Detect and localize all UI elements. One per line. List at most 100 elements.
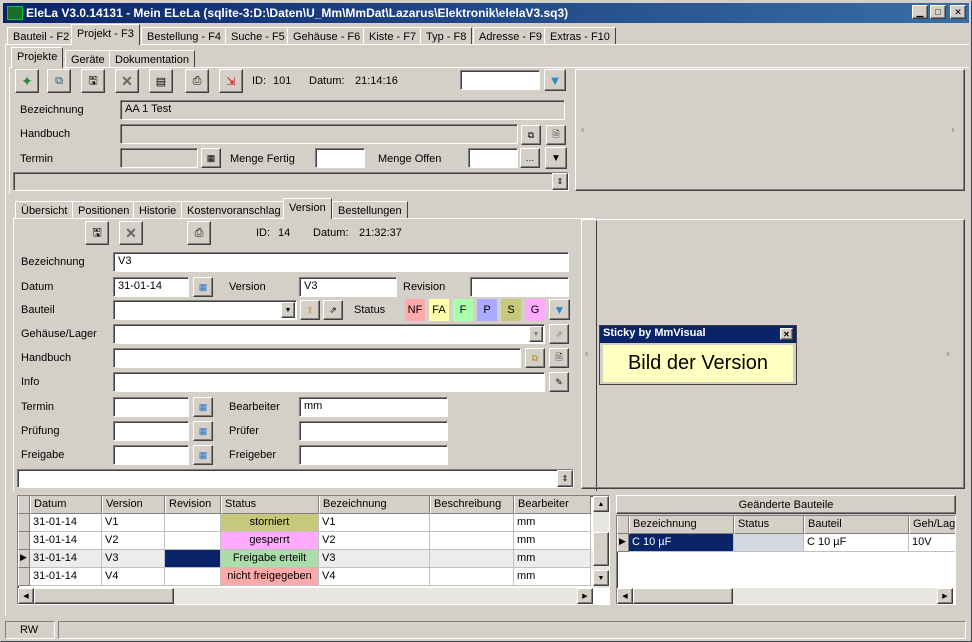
tab-geraete[interactable]: Geräte xyxy=(65,50,111,68)
version-bauteil-select[interactable] xyxy=(113,300,297,320)
maximize-button[interactable]: □ xyxy=(930,5,946,19)
parts-hscrollbar[interactable]: ◀ ▶ xyxy=(617,588,953,604)
parts-hscroll-thumb[interactable] xyxy=(633,588,733,604)
copy-project-button[interactable]: ⧉ xyxy=(47,69,71,93)
print-version-button[interactable]: ⎙ xyxy=(187,221,211,245)
version-handbuch-open-icon[interactable]: 🗎 xyxy=(549,348,569,368)
status-chip-f[interactable]: F xyxy=(453,299,473,321)
delete-project-button[interactable]: ✕ xyxy=(115,69,139,93)
parts-col-bauteil[interactable]: Bauteil xyxy=(804,516,909,534)
col-header-bearbeiter[interactable]: Bearbeiter xyxy=(514,496,591,514)
pruefung-field[interactable] xyxy=(113,421,189,441)
tab-bestellungen[interactable]: Bestellungen xyxy=(332,201,408,219)
version-info-field[interactable] xyxy=(113,372,545,392)
save-project-button[interactable]: 🖫 xyxy=(81,69,105,93)
tab-bauteil[interactable]: Bauteil - F2 xyxy=(7,27,76,45)
tab-kiste[interactable]: Kiste - F7 xyxy=(363,27,423,45)
status-chip-g[interactable]: G xyxy=(525,299,545,321)
project-termin-field[interactable] xyxy=(120,148,198,168)
save-version-button[interactable]: 🖫 xyxy=(85,221,109,245)
menge-fertig-field[interactable] xyxy=(315,148,365,168)
version-handbuch-field[interactable] xyxy=(113,348,521,368)
filter-icon[interactable]: ▼ xyxy=(544,69,566,91)
bauteil-link-icon[interactable]: ⇗ xyxy=(323,300,343,320)
collapse-right-icon[interactable]: › xyxy=(951,124,955,136)
handbuch-browse-icon[interactable]: ⧉ xyxy=(521,125,541,145)
tab-positionen[interactable]: Positionen xyxy=(72,201,136,219)
status-chip-p[interactable]: P xyxy=(477,299,497,321)
tab-projekt[interactable]: Projekt - F3 xyxy=(71,24,140,45)
sticky-close-icon[interactable]: ✕ xyxy=(780,328,793,340)
info-edit-icon[interactable]: ✎ xyxy=(549,372,569,392)
tab-adresse[interactable]: Adresse - F9 xyxy=(473,27,548,45)
tab-projekte[interactable]: Projekte xyxy=(11,47,64,68)
table-row[interactable]: 31-01-14 V2 gesperrt V2 mm xyxy=(18,532,609,550)
middle-collapse-left-icon[interactable]: ‹ xyxy=(585,348,589,360)
tab-bestellung[interactable]: Bestellung - F4 xyxy=(141,27,227,45)
scroll-thumb[interactable] xyxy=(593,532,609,566)
menge-offen-field[interactable] xyxy=(468,148,518,168)
versions-table-hscrollbar[interactable]: ◀ ▶ xyxy=(18,588,593,604)
collapse-left-icon[interactable]: ‹ xyxy=(581,124,585,136)
version-version-field[interactable]: V3 xyxy=(299,277,397,297)
scroll-down-icon[interactable]: ▼ xyxy=(593,570,609,586)
cell-revision-focused[interactable] xyxy=(165,550,221,568)
termin-calendar-icon[interactable]: ▦ xyxy=(193,397,213,417)
col-header-bezeichnung[interactable]: Bezeichnung xyxy=(319,496,430,514)
gehaeuse-link-icon[interactable]: ⇗ xyxy=(549,324,569,344)
table-row[interactable]: 31-01-14 V4 nicht freigegeben V4 mm xyxy=(18,568,609,586)
table-row-selected[interactable]: ▶ 31-01-14 V3 Freigabe erteilt V3 mm xyxy=(18,550,609,568)
delete-version-button[interactable]: ✕ xyxy=(119,221,143,245)
col-header-version[interactable]: Version xyxy=(102,496,165,514)
col-header-revision[interactable]: Revision xyxy=(165,496,221,514)
status-filter-icon[interactable]: ▼ xyxy=(549,299,570,320)
freigeber-field[interactable] xyxy=(299,445,448,465)
tab-suche[interactable]: Suche - F5 xyxy=(225,27,291,45)
freigabe-calendar-icon[interactable]: ▦ xyxy=(193,445,213,465)
project-filter-input[interactable] xyxy=(460,70,540,90)
dropdown-arrow-icon[interactable]: ▼ xyxy=(545,147,567,169)
col-header-beschreibung[interactable]: Beschreibung xyxy=(430,496,514,514)
version-revision-field[interactable] xyxy=(470,277,569,297)
status-chip-nf[interactable]: NF xyxy=(405,299,425,321)
version-termin-field[interactable] xyxy=(113,397,189,417)
versions-table-vscrollbar[interactable]: ▲ ▼ xyxy=(593,496,609,588)
middle-collapse-right-icon[interactable]: › xyxy=(946,348,950,360)
more-options-button[interactable]: … xyxy=(520,148,540,168)
version-memo-field[interactable] xyxy=(17,469,574,488)
tab-version[interactable]: Version xyxy=(283,198,332,219)
status-chip-s[interactable]: S xyxy=(501,299,521,321)
pruefung-calendar-icon[interactable]: ▦ xyxy=(193,421,213,441)
bauteil-open-icon[interactable]: ⇪ xyxy=(300,300,320,320)
memo-spin-icon[interactable]: ⇕ xyxy=(552,173,568,190)
tab-uebersicht[interactable]: Übersicht xyxy=(15,201,74,219)
pruefer-field[interactable] xyxy=(299,421,448,441)
parts-scroll-left-icon[interactable]: ◀ xyxy=(617,588,633,604)
parts-col-geh[interactable]: Geh/Lage xyxy=(909,516,955,534)
close-button[interactable]: ✕ xyxy=(950,5,966,19)
freigabe-field[interactable] xyxy=(113,445,189,465)
version-handbuch-browse-icon[interactable]: ⧉ xyxy=(525,348,545,368)
versions-table[interactable]: Datum Version Revision Status Bezeichnun… xyxy=(17,495,610,605)
parts-scroll-right-icon[interactable]: ▶ xyxy=(937,588,953,604)
bauteil-dropdown-icon[interactable]: ▼ xyxy=(281,302,295,318)
tab-extras[interactable]: Extras - F10 xyxy=(544,27,616,45)
tab-kostenvoranschlag[interactable]: Kostenvoranschlag xyxy=(181,201,287,219)
tab-dokumentation[interactable]: Dokumentation xyxy=(109,50,195,68)
parts-col-status[interactable]: Status xyxy=(734,516,804,534)
scroll-left-icon[interactable]: ◀ xyxy=(18,588,34,604)
calendar-icon[interactable]: ▦ xyxy=(201,148,221,168)
project-memo-field[interactable] xyxy=(13,172,569,191)
tab-historie[interactable]: Historie xyxy=(133,201,183,219)
project-handbuch-field[interactable] xyxy=(120,124,518,144)
archive-project-button[interactable]: ▤ xyxy=(149,69,173,93)
parts-row[interactable]: ▶ C 10 µF C 10 µF 10V xyxy=(617,534,955,552)
changed-parts-table[interactable]: Bezeichnung Status Bauteil Geh/Lage ▶ C … xyxy=(616,515,956,605)
minimize-button[interactable]: ▁ xyxy=(912,5,928,19)
sticky-note[interactable]: Sticky by MmVisual ✕ Bild der Version xyxy=(599,325,797,385)
bearbeiter-field[interactable]: mm xyxy=(299,397,448,417)
col-header-datum[interactable]: Datum xyxy=(30,496,102,514)
version-bezeichnung-field[interactable]: V3 xyxy=(113,252,569,272)
version-datum-field[interactable]: 31-01-14 xyxy=(113,277,189,297)
tab-typ[interactable]: Typ - F8 xyxy=(420,27,473,45)
